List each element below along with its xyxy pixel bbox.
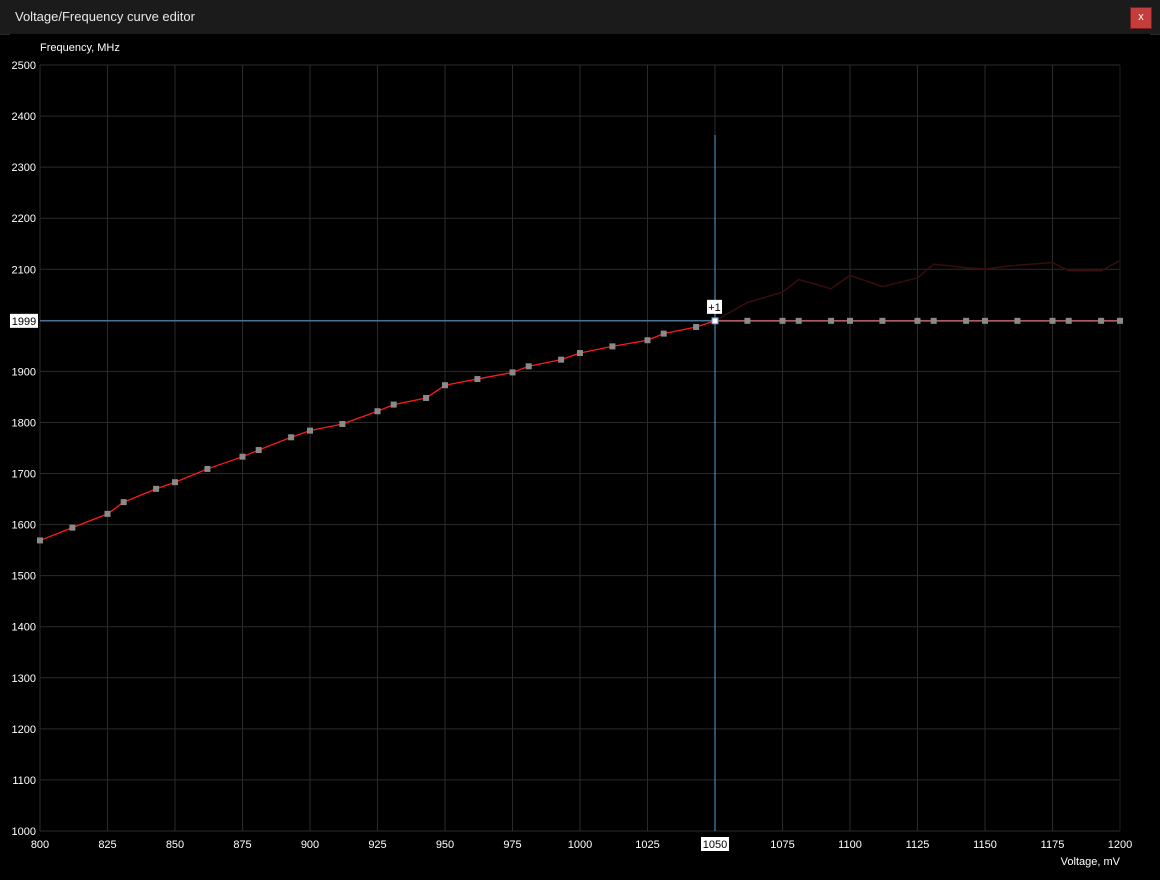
x-tick-label: 1100 [838, 839, 862, 851]
curve-point[interactable] [204, 465, 211, 472]
x-tick-label: 950 [436, 839, 454, 851]
curve-point[interactable] [930, 317, 937, 324]
y-axis-title: Frequency, MHz [40, 42, 120, 54]
x-tick-label: 1075 [770, 839, 794, 851]
curve-point[interactable] [390, 401, 397, 408]
x-tick-label: 1000 [568, 839, 592, 851]
curve-point[interactable] [847, 317, 853, 324]
y-tick-label: 2500 [12, 60, 36, 72]
curve-point[interactable] [795, 317, 802, 324]
curve-point[interactable] [609, 343, 616, 350]
selected-curve-point[interactable] [711, 317, 719, 325]
x-tick-label: 1175 [1041, 839, 1065, 851]
x-tick-label: 825 [98, 839, 116, 851]
x-tick-label: 1025 [635, 839, 659, 851]
y-tick-label: 1500 [12, 571, 36, 583]
curve-point[interactable] [37, 537, 43, 544]
x-tick-label: 1200 [1108, 839, 1132, 851]
y-tick-label: 2100 [12, 264, 36, 276]
close-button[interactable]: x [1130, 7, 1152, 29]
grid-lines [39, 64, 1121, 832]
curve-point[interactable] [474, 376, 481, 383]
curve-point[interactable] [239, 453, 246, 460]
x-tick-label: 850 [166, 839, 184, 851]
chart-svg[interactable]: 800 825 850 875 900 925 950 975 1000 1025 1075 1100… [10, 34, 1150, 874]
curve-point[interactable] [69, 524, 76, 531]
curve-point[interactable] [1098, 317, 1105, 324]
curve-point[interactable] [172, 479, 178, 486]
offset-label: +1 [708, 302, 721, 314]
y-tick-label: 2400 [12, 111, 36, 123]
curve-point[interactable] [1065, 317, 1072, 324]
curve-point[interactable] [153, 485, 160, 492]
curve-point[interactable] [339, 420, 346, 427]
y-tick-label: 1600 [12, 520, 36, 532]
curve-point[interactable] [374, 408, 381, 415]
x-tick-label: 1125 [906, 839, 930, 851]
y-tick-label: 2200 [12, 213, 36, 225]
y-tick-label: 1100 [12, 775, 36, 787]
y-tick-label: 1200 [12, 724, 36, 736]
curve-point[interactable] [1014, 317, 1021, 324]
y-selected-label: 1999 [12, 316, 36, 328]
curve-point[interactable] [963, 317, 970, 324]
curve-point[interactable] [509, 369, 516, 376]
x-tick-label: 925 [368, 839, 386, 851]
curve-point[interactable] [577, 350, 583, 357]
vf-curve-editor-window: Voltage/Frequency curve editor x 800 825 8… [0, 0, 1160, 880]
y-tick-label: 1900 [12, 366, 36, 378]
curve-point[interactable] [914, 317, 921, 324]
curve-point[interactable] [558, 356, 565, 363]
title-bar[interactable]: Voltage/Frequency curve editor x [0, 0, 1160, 35]
curve-point[interactable] [693, 323, 700, 330]
y-tick-label: 1700 [12, 469, 36, 481]
curve-point[interactable] [525, 363, 532, 370]
curve-point[interactable] [644, 337, 651, 344]
curve-point[interactable] [1049, 317, 1056, 324]
curve-point[interactable] [255, 447, 262, 454]
x-tick-label: 875 [233, 839, 251, 851]
y-tick-label: 1000 [12, 826, 36, 838]
x-tick-label: 1150 [973, 839, 997, 851]
curve-point[interactable] [307, 427, 313, 434]
curve-point[interactable] [828, 317, 835, 324]
vf-curve-chart[interactable]: 800 825 850 875 900 925 950 975 1000 1025 1075 1100… [10, 34, 1150, 874]
x-selected-label: 1050 [703, 839, 727, 851]
x-axis-title: Voltage, mV [1061, 856, 1121, 868]
curve-point[interactable] [879, 317, 886, 324]
window-title: Voltage/Frequency curve editor [15, 9, 195, 24]
curve-point[interactable] [779, 317, 786, 324]
curve-point[interactable] [442, 382, 448, 389]
y-tick-label: 1400 [12, 622, 36, 634]
y-tick-label: 1300 [12, 673, 36, 685]
y-tick-label: 1800 [12, 417, 36, 429]
curve-point[interactable] [288, 434, 295, 441]
curve-point[interactable] [423, 394, 430, 401]
x-tick-label: 975 [503, 839, 521, 851]
curve-point[interactable] [1117, 317, 1123, 324]
curve-point[interactable] [982, 317, 988, 324]
curve-point[interactable] [120, 499, 127, 506]
tick-labels: 800 825 850 875 900 925 950 975 1000 1025 1075 1100… [12, 60, 1133, 851]
curve-point[interactable] [660, 330, 667, 337]
y-tick-label: 2300 [12, 162, 36, 174]
curve-point[interactable] [104, 510, 111, 517]
x-tick-label: 800 [31, 839, 49, 851]
x-tick-label: 900 [301, 839, 319, 851]
curve-point[interactable] [744, 317, 751, 324]
